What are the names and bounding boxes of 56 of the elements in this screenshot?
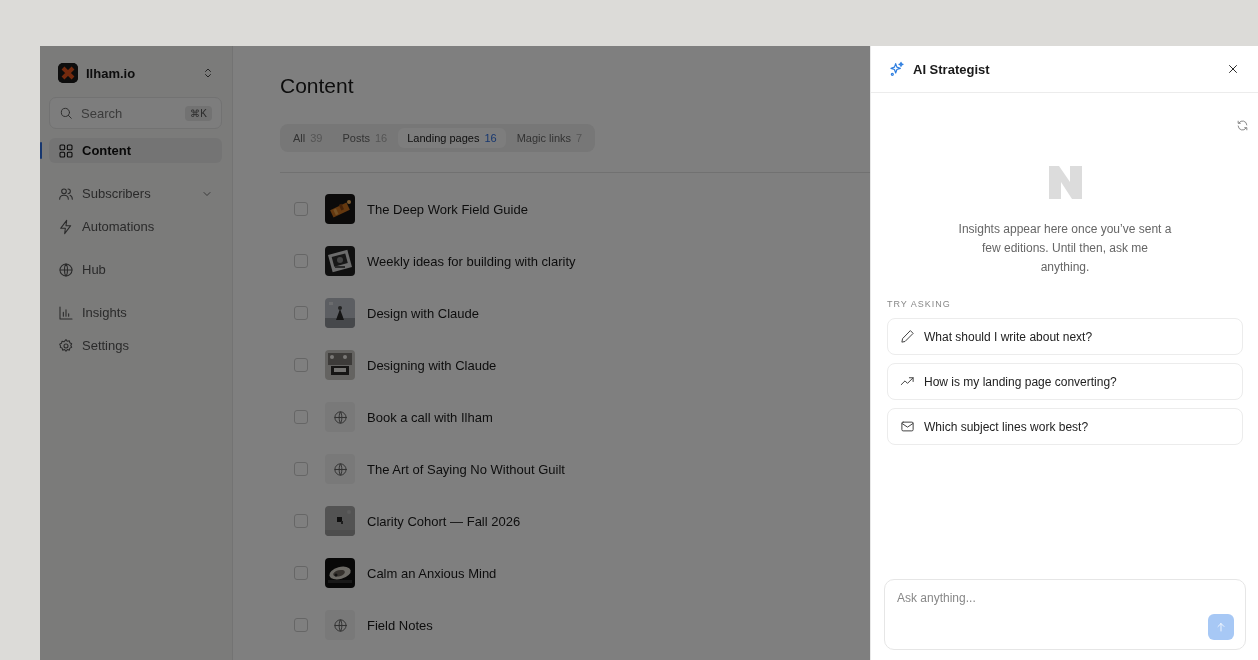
lightning-icon <box>58 218 74 235</box>
checkbox[interactable] <box>294 410 308 424</box>
empty-state-message: Insights appear here once you’ve sent a few editions. Until then, ask me anything. <box>958 221 1172 276</box>
shortcut-hint: ⌘K <box>185 105 212 121</box>
globe-icon <box>332 409 348 425</box>
bar-chart-icon <box>58 304 74 321</box>
item-title[interactable]: Book a call with Ilham <box>367 409 493 425</box>
chat-input-field[interactable]: Ask anything... <box>884 579 1246 650</box>
sparkle-icon <box>889 61 905 77</box>
suggestion-button[interactable]: What should I write about next? <box>887 318 1243 355</box>
checkbox[interactable] <box>294 358 308 372</box>
nav-item[interactable]: Hub <box>49 257 222 282</box>
item-title[interactable]: The Deep Work Field Guide <box>367 201 528 217</box>
search-icon <box>59 106 73 120</box>
filter-tab[interactable]: Landing pages 16 <box>398 128 506 148</box>
users-icon <box>58 185 74 202</box>
send-button[interactable] <box>1208 614 1234 640</box>
checkbox[interactable] <box>294 202 308 216</box>
suggestion-button[interactable]: Which subject lines work best? <box>887 408 1243 445</box>
globe-icon <box>332 461 348 477</box>
item-title[interactable]: Field Notes <box>367 617 433 633</box>
logo-icon <box>58 63 78 83</box>
item-title[interactable]: Weekly ideas for building with clarity <box>367 253 576 269</box>
workspace-name[interactable]: Ilham.io <box>86 65 194 81</box>
chevron-up-down-icon[interactable] <box>202 67 214 79</box>
item-title[interactable]: Calm an Anxious Mind <box>367 565 497 581</box>
logo-icon <box>1048 166 1082 199</box>
page-title: Content <box>280 74 355 98</box>
nav-item[interactable]: Automations <box>49 214 222 239</box>
arrow-up-icon <box>1215 621 1227 633</box>
checkbox[interactable] <box>294 306 308 320</box>
checkbox[interactable] <box>294 462 308 476</box>
globe-icon <box>332 617 348 633</box>
refresh-icon[interactable] <box>1236 119 1249 132</box>
pencil-icon <box>900 329 915 344</box>
settings-icon <box>58 337 74 354</box>
nav-item[interactable]: Subscribers <box>49 181 222 206</box>
checkbox[interactable] <box>294 618 308 632</box>
item-title[interactable]: The Art of Saying No Without Guilt <box>367 461 565 477</box>
item-title[interactable]: Designing with Claude <box>367 357 497 373</box>
checkbox[interactable] <box>294 254 308 268</box>
nav-item[interactable]: Insights <box>49 300 222 325</box>
nav-item[interactable]: Settings <box>49 333 222 358</box>
checkbox[interactable] <box>294 566 308 580</box>
checkbox[interactable] <box>294 514 308 528</box>
item-title[interactable]: Clarity Cohort — Fall 2026 <box>367 513 521 529</box>
section-heading: TRY ASKING <box>887 299 952 309</box>
grid-icon <box>58 142 74 159</box>
chat-input[interactable]: Ask anything... <box>885 580 1245 616</box>
search-field[interactable]: Search ⌘K <box>49 97 222 129</box>
globe-icon <box>58 261 74 278</box>
item-title[interactable]: Design with Claude <box>367 305 479 321</box>
panel-title: AI Strategist <box>913 61 991 77</box>
close-icon[interactable] <box>1226 62 1240 76</box>
envelope-icon <box>900 419 915 434</box>
suggestion-button[interactable]: How is my landing page converting? <box>887 363 1243 400</box>
